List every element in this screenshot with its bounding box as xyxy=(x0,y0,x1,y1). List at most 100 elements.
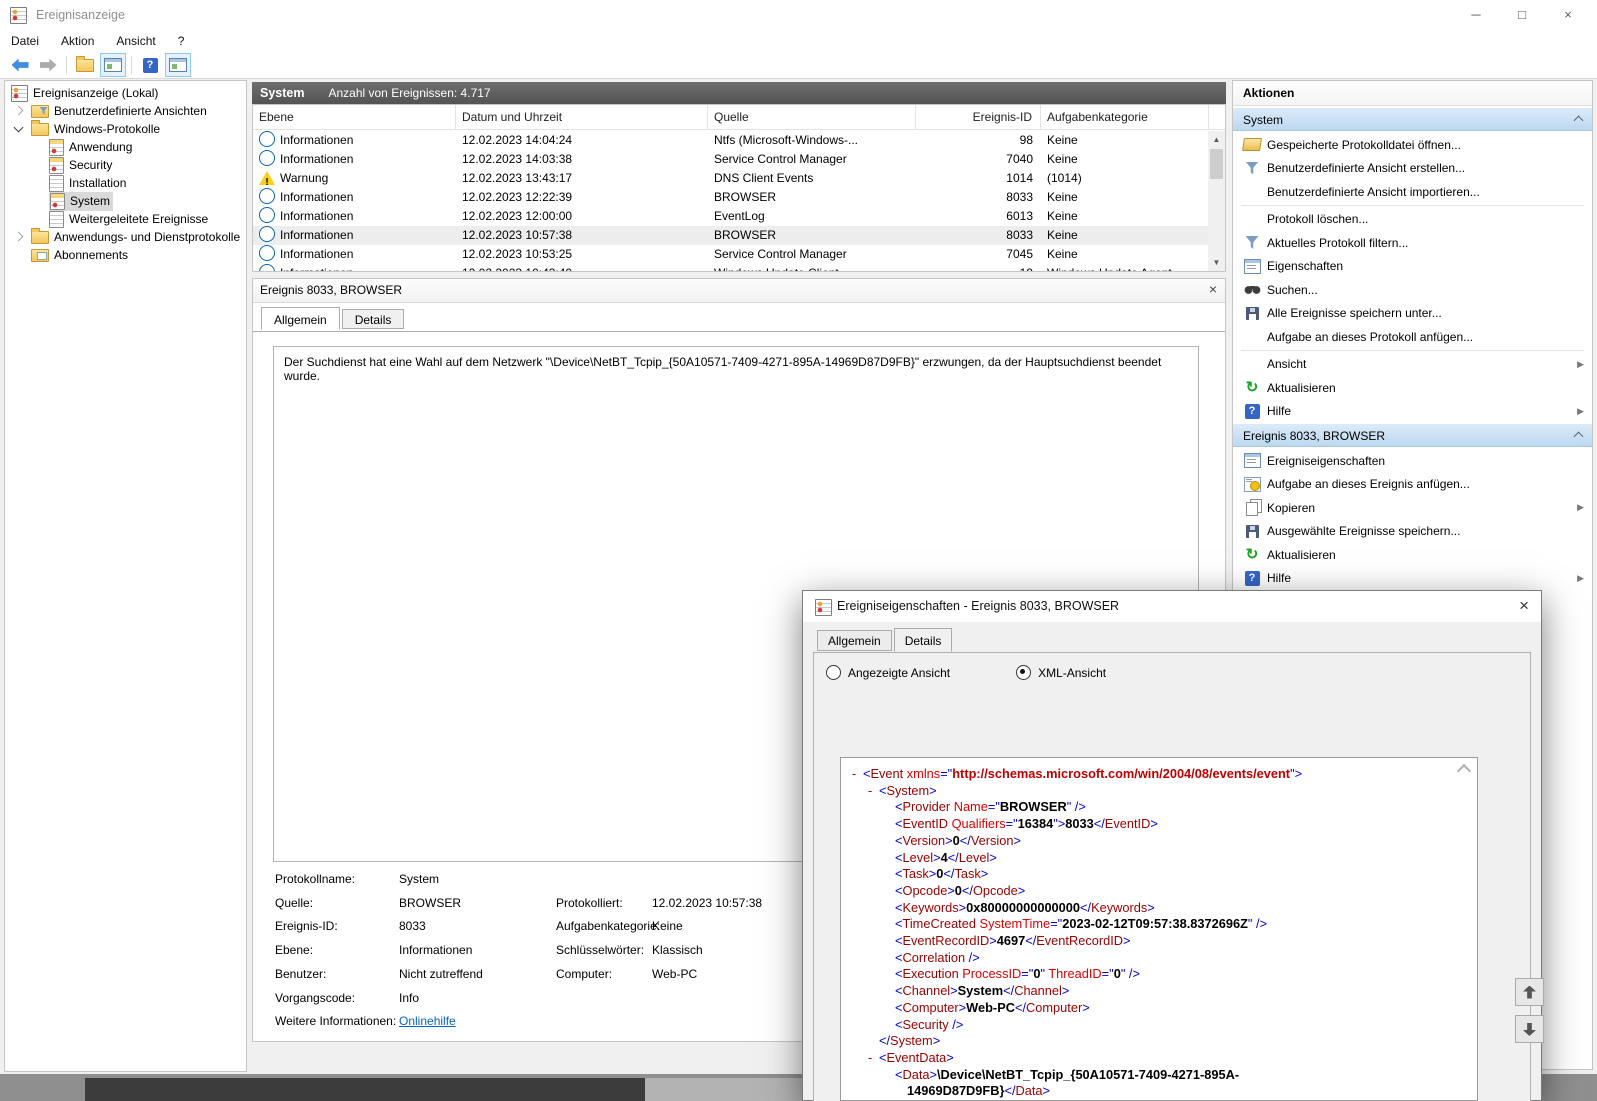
collapse-section-icon[interactable] xyxy=(1574,432,1584,442)
sidebar-item-ereignisanzeige-lokal-[interactable]: Ereignisanzeige (Lokal) xyxy=(5,84,246,102)
close-icon[interactable]: × xyxy=(1519,596,1529,616)
xml-line: </System> xyxy=(841,1033,1477,1050)
column-header-ebene[interactable]: Ebene xyxy=(253,105,456,129)
menu-?[interactable]: ? xyxy=(167,34,196,48)
dialog-tab-allgemein[interactable]: Allgemein xyxy=(817,630,892,651)
back-button[interactable] xyxy=(7,53,33,77)
help-button[interactable]: ? xyxy=(137,53,163,77)
action-ansicht[interactable]: Ansicht▶ xyxy=(1233,353,1592,376)
table-row[interactable]: Informationen12.02.2023 10:57:38BROWSER8… xyxy=(253,226,1210,245)
cell-datetime: 12.02.2023 10:57:38 xyxy=(456,226,708,245)
actions-separator xyxy=(1241,205,1584,206)
close-icon[interactable]: × xyxy=(1209,281,1217,297)
forward-icon xyxy=(40,59,57,72)
tab-details[interactable]: Details xyxy=(342,309,405,329)
actions-section-header[interactable]: Ereignis 8033, BROWSER xyxy=(1233,423,1592,447)
action-hilfe[interactable]: ?Hilfe▶ xyxy=(1233,400,1592,423)
tab-allgemein[interactable]: Allgemein xyxy=(261,307,340,330)
menu-datei[interactable]: Datei xyxy=(0,34,50,48)
action-benutzerdefinierte-ansicht-importieren[interactable]: Benutzerdefinierte Ansicht importieren..… xyxy=(1233,180,1592,203)
cell-level: Informationen xyxy=(253,150,456,169)
cell-event-id: 7045 xyxy=(916,245,1041,264)
action-aufgabe-an-dieses-ereignis-anfügen[interactable]: Aufgabe an dieses Ereignis anfügen... xyxy=(1233,473,1592,496)
next-event-button[interactable] xyxy=(1515,1015,1544,1043)
sidebar-item-benutzerdefinierte-ansichten[interactable]: Benutzerdefinierte Ansichten xyxy=(5,102,246,120)
actions-section-header[interactable]: System xyxy=(1233,107,1592,131)
xml-collapse-icon[interactable]: - xyxy=(868,783,872,800)
action-aktuelles-protokoll-filtern[interactable]: Aktuelles Protokoll filtern... xyxy=(1233,231,1592,254)
table-row[interactable]: !Warnung12.02.2023 13:43:17DNS Client Ev… xyxy=(253,169,1210,188)
expand-icon[interactable] xyxy=(14,106,24,116)
xml-collapse-icon[interactable]: - xyxy=(868,1050,872,1067)
xml-line: -<System> xyxy=(841,783,1477,800)
sidebar-item-weitergeleitete-ereignisse[interactable]: Weitergeleitete Ereignisse xyxy=(5,210,246,228)
xml-collapse-icon[interactable]: - xyxy=(852,766,856,783)
radio-angezeigte-ansicht[interactable] xyxy=(826,665,841,680)
action-icon-slot xyxy=(1241,499,1263,516)
table-row[interactable]: Informationen12.02.2023 12:22:39BROWSER8… xyxy=(253,188,1210,207)
sidebar-item-security[interactable]: Security xyxy=(5,156,246,174)
action-icon-slot: ? xyxy=(1241,404,1263,419)
action-ausgewählte-ereignisse-speichern[interactable]: Ausgewählte Ereignisse speichern... xyxy=(1233,520,1592,543)
collapse-section-icon[interactable] xyxy=(1574,116,1584,126)
forward-button[interactable] xyxy=(35,53,61,77)
column-header-quelle[interactable]: Quelle xyxy=(708,105,916,129)
action-label: Aufgabe an dieses Ereignis anfügen... xyxy=(1267,477,1470,491)
folder-filter-icon xyxy=(31,105,49,118)
collapse-icon[interactable] xyxy=(14,123,24,133)
close-button[interactable]: × xyxy=(1545,0,1591,30)
action-hilfe[interactable]: ?Hilfe▶ xyxy=(1233,567,1592,590)
table-row[interactable]: Informationen12.02.2023 14:03:38Service … xyxy=(253,150,1210,169)
xml-line: <Provider Name="BROWSER" /> xyxy=(841,799,1477,816)
sidebar-item-anwendung[interactable]: Anwendung xyxy=(5,138,246,156)
action-alle-ereignisse-speichern-unter[interactable]: Alle Ereignisse speichern unter... xyxy=(1233,302,1592,325)
minimize-button[interactable]: ─ xyxy=(1453,0,1499,30)
sidebar-item-system[interactable]: System xyxy=(5,192,246,210)
scrollbar-up-icon[interactable]: ▲ xyxy=(1208,131,1225,148)
table-row[interactable]: Informationen12.02.2023 12:00:00EventLog… xyxy=(253,207,1210,226)
taskbar-segment xyxy=(85,1078,645,1101)
scrollbar-down-icon[interactable]: ▼ xyxy=(1208,254,1225,271)
field-value: Informationen xyxy=(399,943,472,957)
action-aktualisieren[interactable]: ↻Aktualisieren xyxy=(1233,376,1592,399)
action-label: Hilfe xyxy=(1267,404,1291,418)
action-label: Benutzerdefinierte Ansicht importieren..… xyxy=(1267,185,1480,199)
sidebar-item-anwendungs-und-dienstprotokolle[interactable]: Anwendungs- und Dienstprotokolle xyxy=(5,228,246,246)
action-aufgabe-an-dieses-protokoll-anfügen[interactable]: Aufgabe an dieses Protokoll anfügen... xyxy=(1233,325,1592,348)
action-eigenschaften[interactable]: Eigenschaften xyxy=(1233,255,1592,278)
sidebar-item-windows-protokolle[interactable]: Windows-Protokolle xyxy=(5,120,246,138)
column-header-ereignis-id[interactable]: Ereignis-ID xyxy=(916,105,1041,129)
previous-event-button[interactable] xyxy=(1515,978,1544,1006)
action-kopieren[interactable]: Kopieren▶ xyxy=(1233,496,1592,519)
sidebar-item-abonnements[interactable]: Abonnements xyxy=(5,246,246,264)
menu-aktion[interactable]: Aktion xyxy=(50,34,105,48)
vertical-scrollbar[interactable]: ▲▼ xyxy=(1208,131,1225,271)
dialog-tabs: AllgemeinDetails xyxy=(817,630,954,652)
table-row[interactable]: Informationen12.02.2023 10:43:40Windows … xyxy=(253,264,1210,272)
table-row[interactable]: Informationen12.02.2023 10:53:25Service … xyxy=(253,245,1210,264)
sidebar-item-installation[interactable]: Installation xyxy=(5,174,246,192)
scrollbar-thumb[interactable] xyxy=(1210,149,1223,179)
action-suchen[interactable]: Suchen... xyxy=(1233,278,1592,301)
radio-label: Angezeigte Ansicht xyxy=(848,666,950,680)
action-protokoll-löschen[interactable]: Protokoll löschen... xyxy=(1233,208,1592,231)
action-ereigniseigenschaften[interactable]: Ereigniseigenschaften xyxy=(1233,449,1592,472)
action-aktualisieren[interactable]: ↻Aktualisieren xyxy=(1233,543,1592,566)
maximize-button[interactable]: □ xyxy=(1499,0,1545,30)
action-gespeicherte-protokolldatei-öffnen[interactable]: Gespeicherte Protokolldatei öffnen... xyxy=(1233,133,1592,156)
cell-datetime: 12.02.2023 14:04:24 xyxy=(456,131,708,150)
export-folder-button[interactable] xyxy=(72,53,98,77)
column-header-datum-und-uhrzeit[interactable]: Datum und Uhrzeit xyxy=(456,105,708,129)
toggle-action-pane-button[interactable] xyxy=(165,53,191,77)
online-help-link[interactable]: Onlinehilfe xyxy=(399,1014,456,1028)
radio-xml-ansicht[interactable] xyxy=(1016,665,1031,680)
toggle-console-tree-button[interactable] xyxy=(100,53,126,77)
action-benutzerdefinierte-ansicht-erstellen[interactable]: Benutzerdefinierte Ansicht erstellen... xyxy=(1233,157,1592,180)
expand-icon[interactable] xyxy=(14,232,24,242)
xml-view-box[interactable]: -<Event xmlns="http://schemas.microsoft.… xyxy=(840,757,1478,1101)
menu-ansicht[interactable]: Ansicht xyxy=(105,34,166,48)
dialog-tab-details[interactable]: Details xyxy=(894,628,953,652)
table-row[interactable]: Informationen12.02.2023 14:04:24Ntfs (Mi… xyxy=(253,131,1210,150)
refresh-icon: ↻ xyxy=(1246,547,1259,562)
column-header-aufgabenkategorie[interactable]: Aufgabenkategorie xyxy=(1041,105,1209,129)
